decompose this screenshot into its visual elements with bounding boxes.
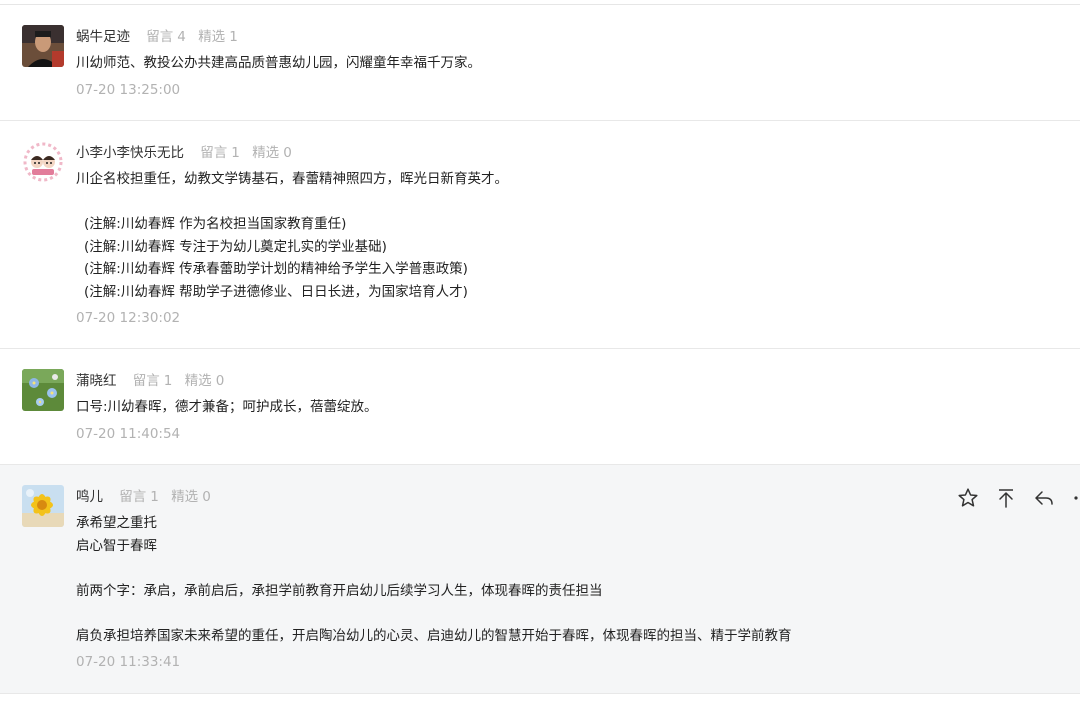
reply-icon[interactable] — [1032, 486, 1056, 510]
nickname[interactable]: 鸣儿 — [76, 489, 103, 505]
comment-text: 川企名校担重任，幼教文学铸基石，春蕾精神照四方，晖光日新育英才。 (注解:川幼春… — [76, 168, 508, 303]
comment-text: 川幼师范、教投公办共建高品质普惠幼儿园，闪耀童年幸福千万家。 — [76, 52, 481, 75]
comment-line: 承希望之重托 — [76, 515, 157, 531]
comment-line: (注解:川幼春辉 专注于为幼儿奠定扎实的学业基础) — [84, 238, 387, 255]
comment-item: 蜗牛足迹 留言 4 精选 1 川幼师范、教投公办共建高品质普惠幼儿园，闪耀童年幸福千… — [0, 5, 1080, 121]
comment-text: 承希望之重托 启心智于春晖 前两个字：承启，承前启后，承担学前教育开启幼儿后续学… — [76, 512, 792, 647]
nickname[interactable]: 小李小李快乐无比 — [76, 145, 184, 161]
avatar[interactable] — [22, 141, 64, 183]
star-icon[interactable] — [956, 486, 980, 510]
timestamp: 07-20 11:40:54 — [76, 426, 181, 442]
picks-count: 精选 0 — [171, 489, 211, 505]
comment-line: 前两个字：承启，承前启后，承担学前教育开启幼儿后续学习人生，体现春晖的责任担当 — [76, 582, 603, 599]
comment-meta: 蜗牛足迹 留言 4 精选 1 — [76, 27, 246, 47]
comment-line: 川企名校担重任，幼教文学铸基石，春蕾精神照四方，晖光日新育英才。 — [76, 171, 508, 187]
comment-count: 留言 1 — [132, 373, 173, 389]
comment-count: 留言 1 — [200, 145, 240, 161]
comment-text: 口号:川幼春晖，德才兼备；呵护成长，蓓蕾绽放。 — [76, 396, 378, 419]
timestamp: 07-20 11:33:41 — [76, 654, 181, 670]
nickname[interactable]: 蒲晓红 — [76, 373, 117, 389]
comment-actions — [956, 486, 1080, 510]
comment-line: 口号:川幼春晖，德才兼备；呵护成长，蓓蕾绽放。 — [76, 399, 378, 415]
nickname[interactable]: 蜗牛足迹 — [76, 29, 130, 45]
more-icon[interactable] — [1070, 486, 1080, 510]
picks-count: 精选 0 — [252, 145, 292, 161]
comment-meta: 小李小李快乐无比 留言 1 精选 0 — [76, 143, 300, 163]
pin-top-icon[interactable] — [994, 486, 1018, 510]
comment-item: 蒲晓红 留言 1 精选 0 口号:川幼春晖，德才兼备；呵护成长，蓓蕾绽放。 07-2… — [0, 349, 1080, 465]
picks-count: 精选 1 — [198, 29, 238, 45]
comment-line: (注解:川幼春辉 传承春蕾助学计划的精神给予学生入学普惠政策) — [84, 261, 468, 277]
comment-item: 小李小李快乐无比 留言 1 精选 0 川企名校担重任，幼教文学铸基石，春蕾精神照四方… — [0, 121, 1080, 349]
comment-line: 川幼师范、教投公办共建高品质普惠幼儿园，闪耀童年幸福千万家。 — [76, 55, 481, 71]
avatar[interactable] — [22, 25, 64, 67]
comment-count: 留言 4 — [146, 29, 186, 45]
timestamp: 07-20 12:30:02 — [76, 310, 181, 326]
timestamp: 07-20 13:25:00 — [76, 82, 181, 98]
comment-line: 肩负承担培养国家未来希望的重任，开启陶冶幼儿的心灵、启迪幼儿的智慧开始于春晖，体… — [76, 627, 792, 644]
comment-meta: 蒲晓红 留言 1 精选 0 — [76, 371, 232, 391]
comments-page: 蜗牛足迹 留言 4 精选 1 川幼师范、教投公办共建高品质普惠幼儿园，闪耀童年幸福千… — [0, 0, 1080, 706]
picks-count: 精选 0 — [184, 373, 225, 389]
comment-count: 留言 1 — [119, 489, 159, 505]
avatar[interactable] — [22, 485, 64, 527]
comment-line: 启心智于春晖 — [76, 537, 157, 554]
comment-line: (注解:川幼春辉 作为名校担当国家教育重任) — [84, 216, 347, 232]
comment-line: (注解:川幼春辉 帮助学子进德修业、日日长进，为国家培育人才) — [84, 283, 468, 300]
comment-meta: 鸣儿 留言 1 精选 0 — [76, 487, 219, 507]
avatar[interactable] — [22, 369, 64, 411]
comment-item: 鸣儿 留言 1 精选 0 承希望之重托 启心智于春晖 前两个字：承启，承前启后，承担… — [0, 465, 1080, 694]
